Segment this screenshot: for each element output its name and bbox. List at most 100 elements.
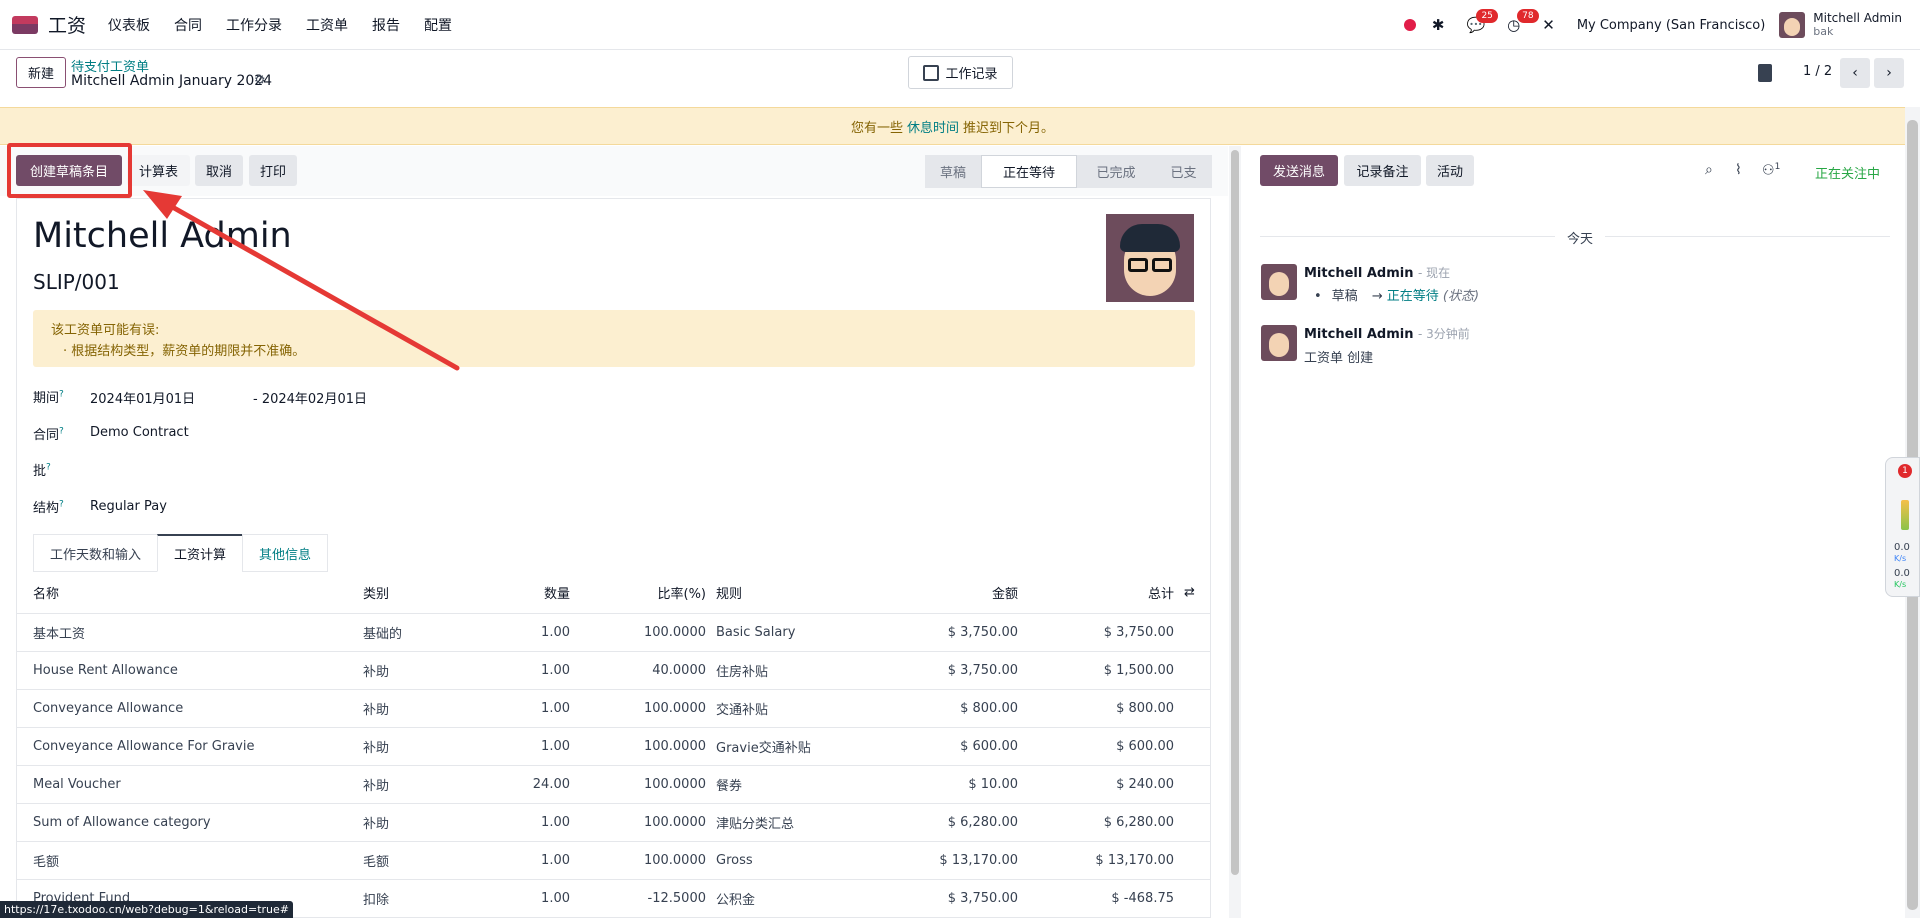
attachment-icon[interactable] (1758, 64, 1772, 82)
network-speed-widget[interactable]: 1 0.0 K/s 0.0 K/s (1885, 457, 1920, 597)
col-rule[interactable]: 规则 (716, 572, 742, 613)
user-avatar[interactable] (1779, 12, 1806, 38)
col-total[interactable]: 总计 (1056, 572, 1174, 613)
followers-icon[interactable]: ⚇1 (1762, 162, 1780, 179)
table-row[interactable]: 基本工资 基础的 1.00 100.0000 Basic Salary $ 3,750.0… (16, 614, 1211, 652)
pager-value[interactable]: 1 / 2 (1803, 64, 1832, 79)
help-icon[interactable]: ? (59, 427, 64, 437)
new-button[interactable]: 新建 (16, 57, 66, 88)
col-rate[interactable]: 比率(%) (606, 572, 707, 613)
tools-icon[interactable]: ✕ (1542, 17, 1555, 33)
record-icon[interactable] (1403, 19, 1416, 31)
arrow-right-icon: → (1371, 289, 1383, 304)
company-switcher[interactable]: My Company (San Francisco) (1577, 18, 1765, 33)
menu-payslips[interactable]: 工资单 (306, 15, 348, 35)
table-row[interactable]: Meal Voucher 补助 24.00 100.0000 餐券 $ 10.00 $ 24… (16, 766, 1211, 804)
cell-rate: 100.0000 (643, 777, 706, 792)
cell-amount: $ 6,280.00 (947, 815, 1018, 830)
cell-amount: $ 3,750.00 (947, 891, 1018, 906)
structure-field[interactable]: Regular Pay (90, 499, 167, 514)
memory-bar (1901, 500, 1909, 530)
employee-name[interactable]: Mitchell Admin (33, 216, 292, 256)
table-row[interactable]: 毛额 毛额 1.00 100.0000 Gross $ 13,170.00 $ 13,170… (16, 842, 1211, 880)
compute-sheet-button[interactable]: 计算表 (127, 155, 190, 186)
cell-amount: $ 13,170.00 (939, 853, 1018, 868)
col-name[interactable]: 名称 (33, 572, 59, 613)
work-entries-smart-button[interactable]: 工作记录 (908, 56, 1013, 89)
breadcrumb-current: Mitchell Admin January 2024 (71, 73, 273, 89)
upload-speed: 0.0 (1894, 542, 1910, 553)
warning-item: · 根据结构类型，薪资单的期限并不准确。 (63, 344, 306, 359)
chat-icon[interactable]: 💬 25 (1466, 8, 1498, 33)
tab-worked-days[interactable]: 工作天数和输入 (33, 534, 159, 572)
form-scrollbar-thumb[interactable] (1231, 150, 1239, 875)
tracking-old-value: 草稿 (1331, 289, 1358, 304)
pager-previous-button[interactable]: ‹ (1840, 58, 1870, 88)
navbar-right: ✱ 💬 25 ◷ 78 ✕ My Company (San Francisco) M… (1403, 0, 1902, 50)
tab-other-info[interactable]: 其他信息 (242, 534, 329, 572)
deferred-time-off-alert: 您有一些 休息时间 推迟到下个月。 (0, 107, 1905, 145)
col-category[interactable]: 类别 (363, 572, 389, 613)
app-logo-icon[interactable] (12, 15, 38, 34)
tab-salary-computation[interactable]: 工资计算 (157, 534, 244, 572)
table-row[interactable]: Conveyance Allowance 补助 1.00 100.0000 交通补贴 $ … (16, 690, 1211, 728)
cell-total: $ 600.00 (1116, 739, 1174, 754)
help-icon[interactable]: ? (59, 500, 64, 510)
cell-rule: Gravie交通补贴 (716, 741, 811, 756)
stage-done[interactable]: 已完成 (1077, 155, 1155, 188)
stage-paid[interactable]: 已支 (1155, 155, 1212, 188)
period-from-field[interactable]: 2024年01月01日 (90, 388, 195, 407)
tracking-new-value: 正在等待 (1386, 289, 1439, 304)
cell-rate: 100.0000 (643, 739, 706, 754)
bug-icon[interactable]: ✱ (1432, 17, 1445, 33)
cancel-button[interactable]: 取消 (195, 155, 243, 186)
log-note-button[interactable]: 记录备注 (1344, 155, 1421, 186)
activity-button[interactable]: 活动 (1426, 155, 1474, 186)
cell-total: $ -468.75 (1111, 891, 1174, 906)
alert-suffix: 推迟到下个月。 (963, 120, 1055, 136)
app-name[interactable]: 工资 (48, 11, 86, 38)
pager-next-button[interactable]: › (1874, 58, 1904, 88)
stage-draft[interactable]: 草稿 (925, 155, 981, 188)
chat-badge: 25 (1476, 8, 1498, 23)
cell-category: 补助 (363, 817, 390, 832)
column-settings-icon[interactable]: ⇄ (1184, 572, 1195, 613)
help-icon[interactable]: ? (59, 390, 64, 400)
menu-dashboard[interactable]: 仪表板 (108, 15, 150, 35)
alert-time-off-link[interactable]: 休息时间 (907, 117, 959, 136)
message-time: - 现在 (1417, 266, 1451, 280)
gear-icon[interactable]: ⚙ (254, 73, 266, 88)
menu-work-entries[interactable]: 工作分录 (226, 15, 282, 35)
cell-category: 补助 (363, 779, 390, 794)
payslip-reference[interactable]: SLIP/001 (33, 270, 120, 294)
period-label: 期间? (33, 389, 64, 406)
table-row[interactable]: Sum of Allowance category 补助 1.00 100.0000 津… (16, 804, 1211, 842)
help-icon[interactable]: ? (46, 463, 51, 473)
clock-icon[interactable]: ◷ 78 (1507, 8, 1539, 33)
menu-configuration[interactable]: 配置 (424, 15, 452, 35)
cell-total: $ 240.00 (1116, 777, 1174, 792)
message-avatar[interactable] (1261, 325, 1297, 361)
menu-reports[interactable]: 报告 (372, 15, 400, 35)
col-amount[interactable]: 金额 (886, 572, 1018, 613)
work-entries-label: 工作记录 (945, 67, 998, 82)
following-button[interactable]: 正在关注中 (1815, 163, 1880, 182)
menu-contracts[interactable]: 合同 (174, 15, 202, 35)
message-time: - 3分钟前 (1417, 327, 1470, 341)
top-navbar: 工资 仪表板 合同 工作分录 工资单 报告 配置 ✱ 💬 25 ◷ 78 ✕ My … (0, 0, 1920, 50)
stage-waiting[interactable]: 正在等待 (981, 155, 1077, 188)
user-menu[interactable]: Mitchell Admin bak (1813, 12, 1902, 39)
period-to-field[interactable]: - 2024年02月01日 (253, 388, 367, 407)
send-message-button[interactable]: 发送消息 (1260, 155, 1338, 186)
col-quantity[interactable]: 数量 (486, 572, 570, 613)
search-icon[interactable]: ⌕ (1705, 162, 1713, 178)
print-button[interactable]: 打印 (249, 155, 297, 186)
cell-rate: 100.0000 (643, 701, 706, 716)
main-menu: 仪表板 合同 工作分录 工资单 报告 配置 (108, 15, 476, 35)
table-row[interactable]: Conveyance Allowance For Gravie 补助 1.00 100… (16, 728, 1211, 766)
contract-field[interactable]: Demo Contract (90, 425, 189, 440)
table-row[interactable]: House Rent Allowance 补助 1.00 40.0000 住房补贴 $ 3… (16, 652, 1211, 690)
cell-rate: 100.0000 (643, 853, 706, 868)
paperclip-icon[interactable]: ⌇ (1735, 162, 1742, 178)
message-avatar[interactable] (1261, 264, 1297, 300)
